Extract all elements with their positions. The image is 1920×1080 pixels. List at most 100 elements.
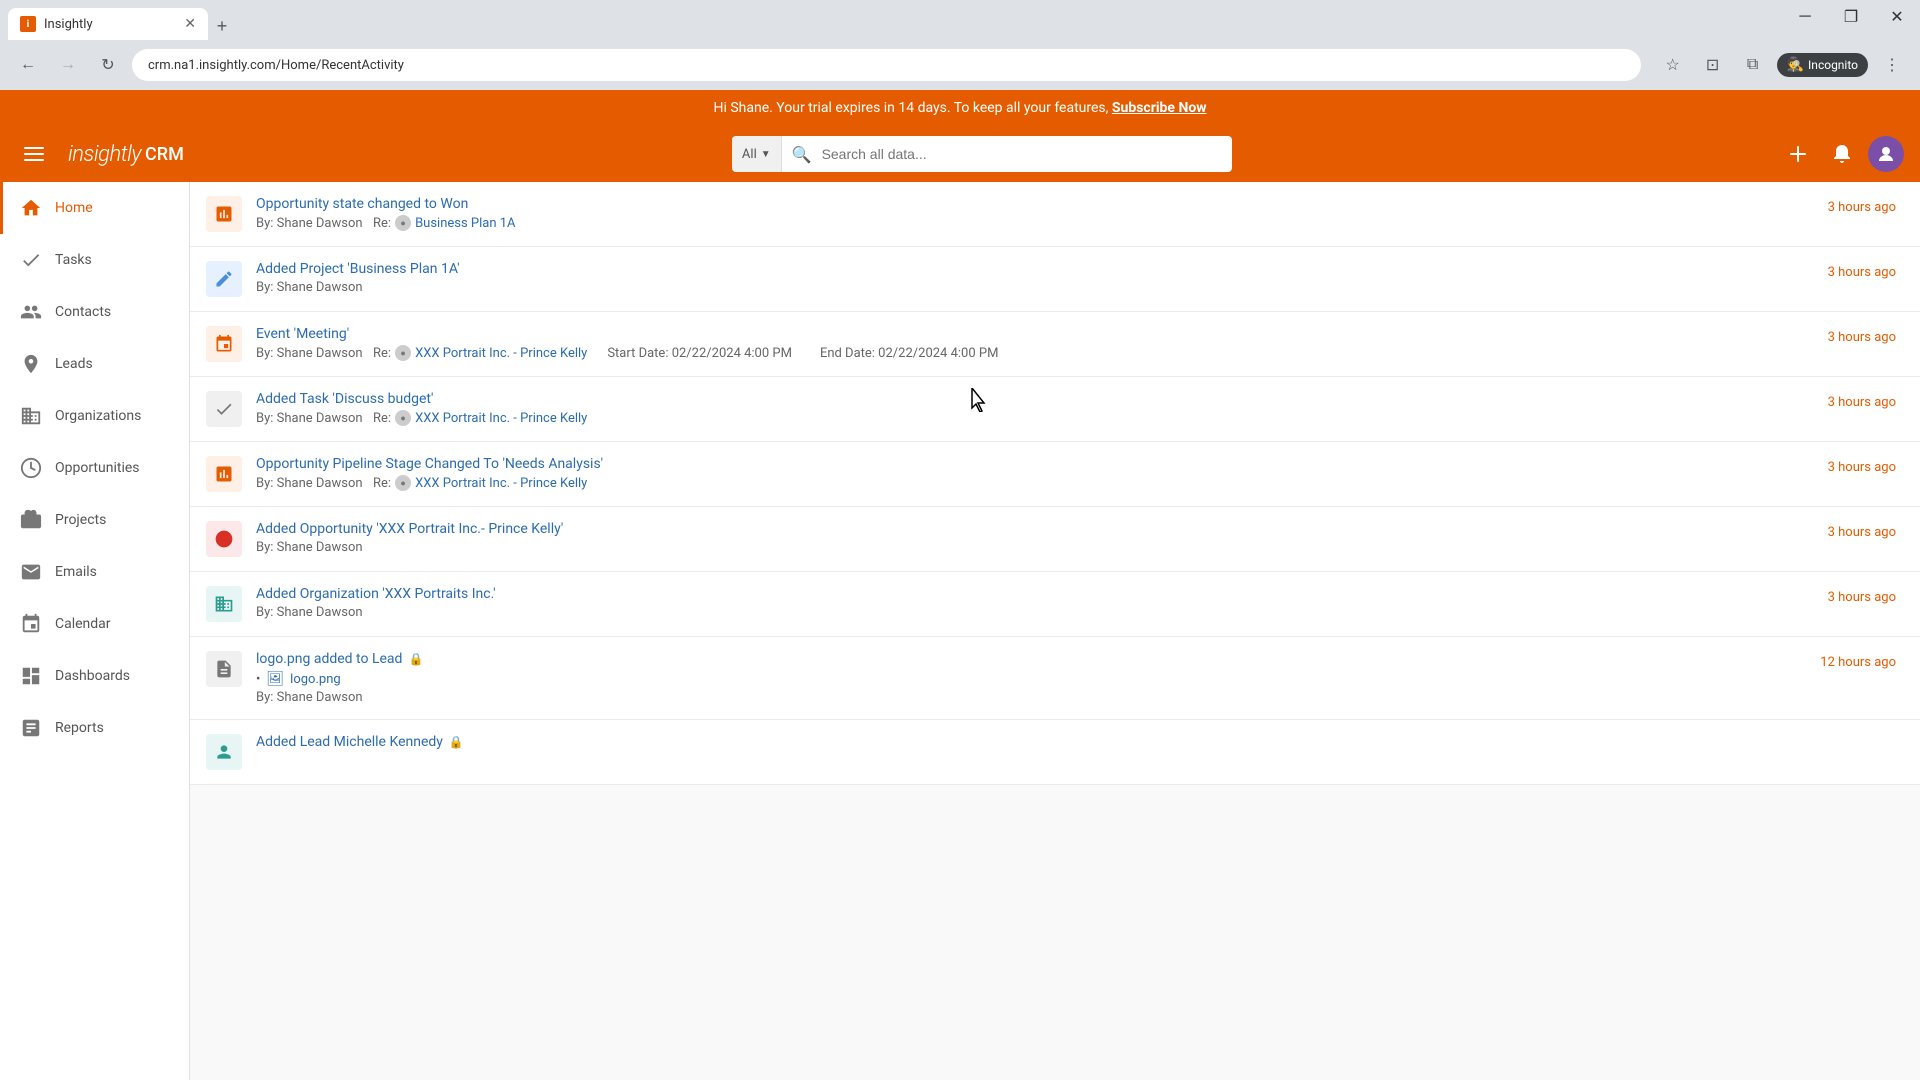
sidebar-item-emails[interactable]: Emails: [0, 546, 189, 598]
browser-tab-insightly[interactable]: i Insightly ✕: [8, 8, 208, 40]
sidebar-label-leads: Leads: [55, 356, 93, 372]
add-button[interactable]: [1780, 136, 1816, 172]
activity-item: Added Lead Michelle Kennedy 🔒: [190, 720, 1920, 785]
user-avatar-button[interactable]: [1868, 136, 1904, 172]
menu-button[interactable]: ⋮: [1876, 49, 1908, 81]
forward-button[interactable]: →: [52, 49, 84, 81]
new-tab-button[interactable]: +: [208, 12, 236, 40]
sidebar-item-projects[interactable]: Projects: [0, 494, 189, 546]
crm-label: CRM: [145, 144, 184, 165]
activity-item: Opportunity Pipeline Stage Changed To 'N…: [190, 442, 1920, 507]
minimize-button[interactable]: ─: [1782, 0, 1828, 32]
activity-title[interactable]: Event 'Meeting': [256, 326, 1896, 342]
content-area: Opportunity state changed to Won By: Sha…: [190, 182, 1920, 1080]
sidebar-label-reports: Reports: [55, 720, 104, 736]
activity-item: Event 'Meeting' By: Shane Dawson Re: ● X…: [190, 312, 1920, 377]
search-area: All ▼ 🔍: [200, 136, 1764, 172]
search-filter-label: All: [742, 147, 757, 162]
activity-content: Added Task 'Discuss budget' By: Shane Da…: [256, 391, 1896, 426]
sidebar-item-contacts[interactable]: Contacts: [0, 286, 189, 338]
tab-title: Insightly: [44, 17, 93, 32]
activity-title[interactable]: Opportunity state changed to Won: [256, 196, 1896, 212]
activity-icon-add-opportunity: [206, 521, 242, 557]
sidebar-label-organizations: Organizations: [55, 408, 141, 424]
activity-title[interactable]: Added Organization 'XXX Portraits Inc.': [256, 586, 1896, 602]
activity-list: Opportunity state changed to Won By: Sha…: [190, 182, 1920, 785]
address-bar[interactable]: crm.na1.insightly.com/Home/RecentActivit…: [132, 49, 1641, 81]
incognito-badge[interactable]: 🕵 Incognito: [1777, 53, 1868, 77]
lock-icon: 🔒: [449, 735, 464, 749]
re-link[interactable]: XXX Portrait Inc. - Prince Kelly: [415, 476, 587, 491]
sidebar-item-home[interactable]: Home: [0, 182, 189, 234]
hamburger-menu-button[interactable]: [16, 136, 52, 172]
sidebar-item-opportunities[interactable]: Opportunities: [0, 442, 189, 494]
activity-item: Opportunity state changed to Won By: Sha…: [190, 182, 1920, 247]
file-icon: 🖼: [266, 671, 284, 687]
activity-icon-file: [206, 651, 242, 687]
activity-title[interactable]: Added Opportunity 'XXX Portrait Inc.- Pr…: [256, 521, 1896, 537]
sidebar-item-reports[interactable]: Reports: [0, 702, 189, 754]
activity-meta: By: Shane Dawson: [256, 280, 1896, 295]
sidebar-item-dashboards[interactable]: Dashboards: [0, 650, 189, 702]
activity-item: logo.png added to Lead 🔒 • 🖼 logo.png By…: [190, 637, 1920, 720]
org-icon: ●: [395, 475, 411, 491]
notifications-button[interactable]: [1824, 136, 1860, 172]
sidebar-item-tasks[interactable]: Tasks: [0, 234, 189, 286]
back-button[interactable]: ←: [12, 49, 44, 81]
activity-time: 3 hours ago: [1828, 460, 1896, 475]
re-link[interactable]: XXX Portrait Inc. - Prince Kelly: [415, 411, 587, 426]
activity-content: Event 'Meeting' By: Shane Dawson Re: ● X…: [256, 326, 1896, 361]
sidebar-label-opportunities: Opportunities: [55, 460, 140, 476]
organizations-icon: [19, 404, 43, 428]
leads-icon: [19, 352, 43, 376]
maximize-button[interactable]: ❐: [1828, 0, 1874, 32]
activity-title[interactable]: Added Lead Michelle Kennedy: [256, 734, 443, 750]
sidebar-item-leads[interactable]: Leads: [0, 338, 189, 390]
home-icon: [19, 196, 43, 220]
sidebar-label-projects: Projects: [55, 512, 106, 528]
activity-content: Added Organization 'XXX Portraits Inc.' …: [256, 586, 1896, 620]
activity-title[interactable]: Added Project 'Business Plan 1A': [256, 261, 1896, 277]
activity-item: Added Organization 'XXX Portraits Inc.' …: [190, 572, 1920, 637]
activity-time: 3 hours ago: [1828, 590, 1896, 605]
search-input[interactable]: [822, 146, 1232, 162]
activity-file-link[interactable]: • 🖼 logo.png: [256, 671, 1896, 687]
activity-icon-lead: [206, 734, 242, 770]
opportunities-icon: [19, 456, 43, 480]
bookmark-button[interactable]: ☆: [1657, 49, 1689, 81]
activity-content: Opportunity state changed to Won By: Sha…: [256, 196, 1896, 231]
sidebar-label-tasks: Tasks: [55, 252, 92, 268]
tasks-icon: [19, 248, 43, 272]
calendar-icon: [19, 612, 43, 636]
tab-close-button[interactable]: ✕: [184, 16, 196, 32]
file-bullet: •: [256, 672, 260, 687]
subscribe-now-link[interactable]: Subscribe Now: [1112, 100, 1207, 116]
activity-title[interactable]: logo.png added to Lead: [256, 651, 402, 667]
search-filter-button[interactable]: All ▼: [732, 136, 782, 172]
activity-title[interactable]: Added Task 'Discuss budget': [256, 391, 1896, 407]
close-window-button[interactable]: ✕: [1874, 0, 1920, 32]
split-view-button[interactable]: ⧉: [1737, 49, 1769, 81]
activity-content: Added Opportunity 'XXX Portrait Inc.- Pr…: [256, 521, 1896, 555]
url-display: crm.na1.insightly.com/Home/RecentActivit…: [148, 58, 404, 73]
banner-text: Hi Shane. Your trial expires in 14 days.…: [713, 100, 1108, 116]
activity-icon-project: [206, 261, 242, 297]
re-link[interactable]: XXX Portrait Inc. - Prince Kelly: [415, 346, 587, 361]
file-name[interactable]: logo.png: [290, 672, 341, 687]
activity-icon-event: [206, 326, 242, 362]
activity-time: 3 hours ago: [1828, 265, 1896, 280]
re-link[interactable]: Business Plan 1A: [415, 216, 515, 231]
activity-meta: By: Shane Dawson Re: ● XXX Portrait Inc.…: [256, 410, 1896, 426]
activity-title[interactable]: Opportunity Pipeline Stage Changed To 'N…: [256, 456, 1896, 472]
sidebar-item-organizations[interactable]: Organizations: [0, 390, 189, 442]
logo-text: insightly: [68, 142, 141, 167]
activity-meta: By: Shane Dawson Re: ● XXX Portrait Inc.…: [256, 475, 1896, 491]
dashboards-icon: [19, 664, 43, 688]
sidebar-label-calendar: Calendar: [55, 616, 111, 632]
activity-item: Added Opportunity 'XXX Portrait Inc.- Pr…: [190, 507, 1920, 572]
org-icon: ●: [395, 215, 411, 231]
refresh-button[interactable]: ↻: [92, 49, 124, 81]
sidebar-label-dashboards: Dashboards: [55, 668, 130, 684]
extension-button[interactable]: ⊡: [1697, 49, 1729, 81]
sidebar-item-calendar[interactable]: Calendar: [0, 598, 189, 650]
